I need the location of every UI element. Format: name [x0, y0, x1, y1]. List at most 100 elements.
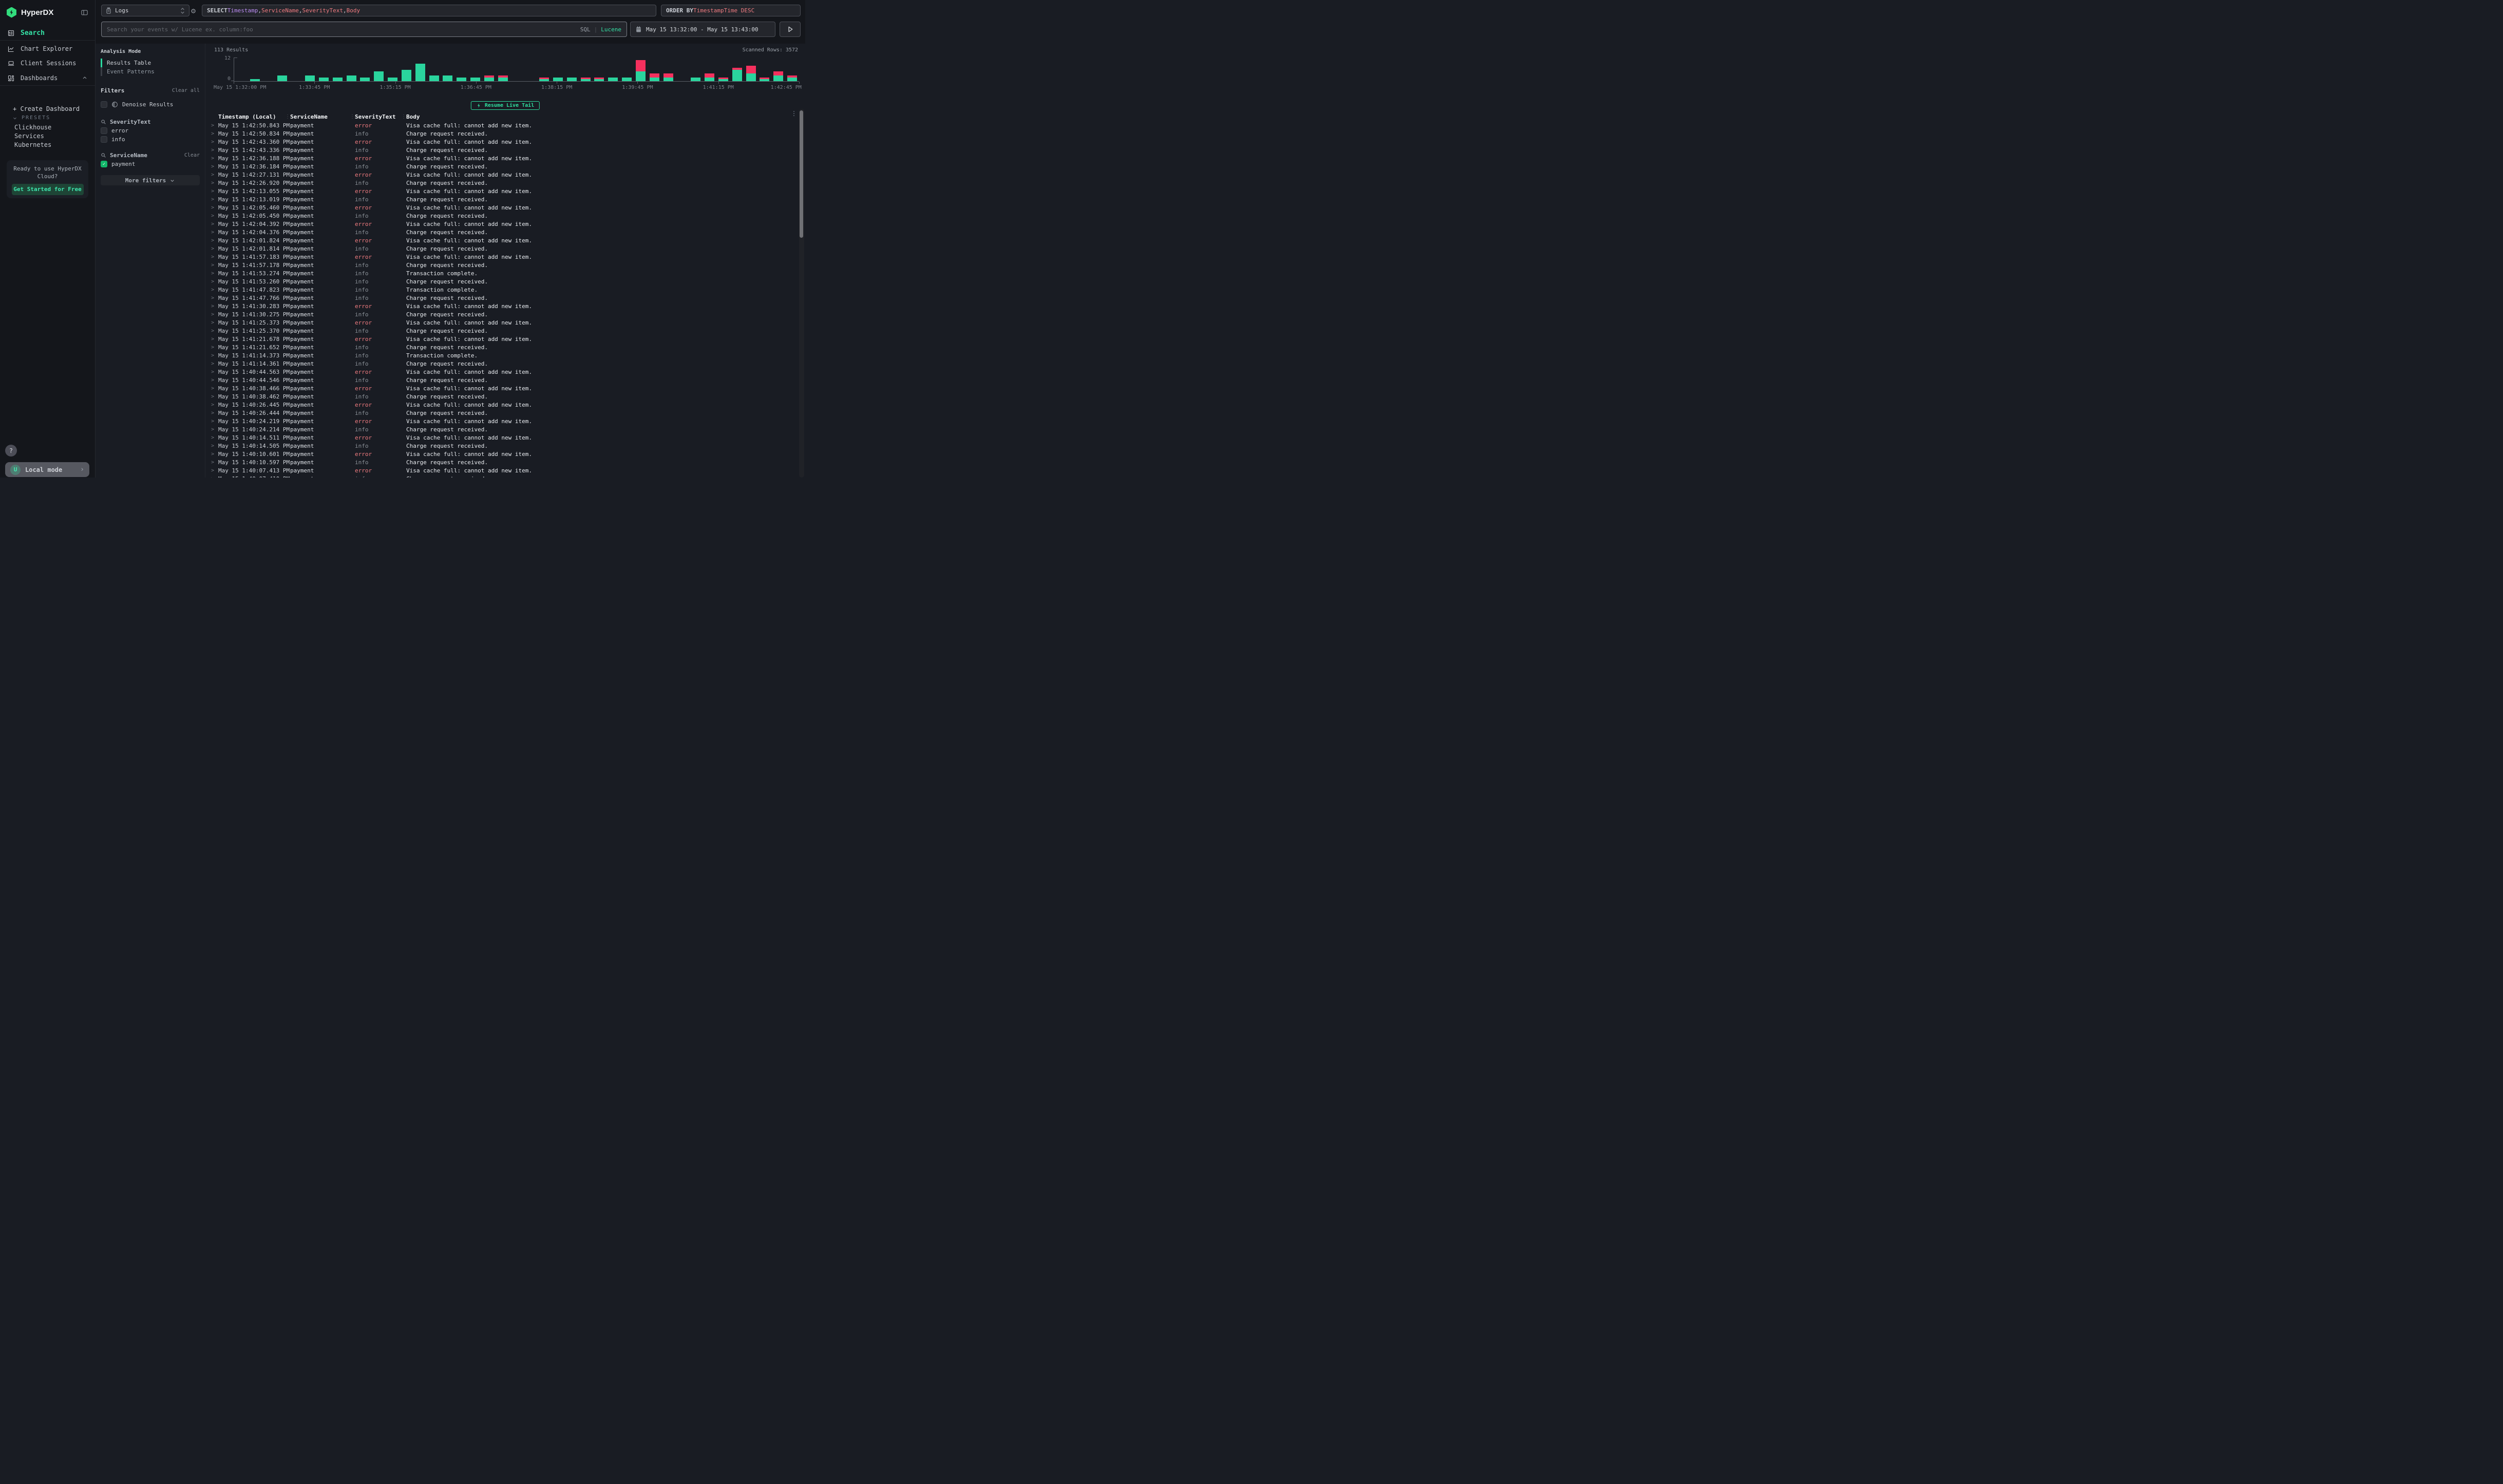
expand-chevron-icon[interactable]: > — [211, 238, 218, 243]
chart-bar-slot[interactable] — [303, 58, 317, 81]
log-row[interactable]: >May 15 1:41:21.678 PMpaymenterrorVisa c… — [211, 335, 794, 343]
log-row[interactable]: >May 15 1:40:44.563 PMpaymenterrorVisa c… — [211, 368, 794, 376]
expand-chevron-icon[interactable]: > — [211, 312, 218, 317]
log-row[interactable]: >May 15 1:42:36.188 PMpaymenterrorVisa c… — [211, 154, 794, 162]
log-row[interactable]: >May 15 1:42:01.814 PMpaymentinfoCharge … — [211, 244, 794, 253]
log-row[interactable]: >May 15 1:42:43.360 PMpaymenterrorVisa c… — [211, 138, 794, 146]
expand-chevron-icon[interactable]: > — [211, 320, 218, 326]
chart-bar-slot[interactable] — [689, 58, 703, 81]
expand-chevron-icon[interactable]: > — [211, 180, 218, 186]
checkbox[interactable]: ✓ — [101, 161, 107, 167]
expand-chevron-icon[interactable]: > — [211, 336, 218, 342]
sidebar-item-search[interactable]: Search — [0, 26, 95, 40]
chart-bar-slot[interactable] — [730, 58, 744, 81]
chart-bar-slot[interactable] — [703, 58, 716, 81]
chart-bar-slot[interactable] — [331, 58, 345, 81]
expand-chevron-icon[interactable]: > — [211, 172, 218, 178]
sidebar-item-client-sessions[interactable]: Client Sessions — [0, 56, 95, 70]
expand-chevron-icon[interactable]: > — [211, 139, 218, 145]
chevron-up-icon[interactable] — [82, 75, 88, 81]
chart-bar-slot[interactable] — [234, 58, 248, 81]
expand-chevron-icon[interactable]: > — [211, 353, 218, 358]
log-row[interactable]: >May 15 1:41:25.370 PMpaymentinfoCharge … — [211, 327, 794, 335]
log-row[interactable]: >May 15 1:41:57.183 PMpaymenterrorVisa c… — [211, 253, 794, 261]
expand-chevron-icon[interactable]: > — [211, 345, 218, 350]
expand-chevron-icon[interactable]: > — [211, 188, 218, 194]
log-row[interactable]: >May 15 1:41:14.373 PMpaymentinfoTransac… — [211, 351, 794, 359]
table-scrollbar[interactable] — [799, 109, 804, 478]
expand-chevron-icon[interactable]: > — [211, 394, 218, 399]
log-row[interactable]: >May 15 1:41:53.274 PMpaymentinfoTransac… — [211, 269, 794, 277]
expand-chevron-icon[interactable]: > — [211, 262, 218, 268]
log-row[interactable]: >May 15 1:40:26.444 PMpaymentinfoCharge … — [211, 409, 794, 417]
analysis-mode-results-table[interactable]: Results Table — [101, 59, 200, 67]
expand-chevron-icon[interactable]: > — [211, 369, 218, 375]
chart-bar-slot[interactable] — [648, 58, 661, 81]
expand-chevron-icon[interactable]: > — [211, 386, 218, 391]
chart-bar-slot[interactable] — [482, 58, 496, 81]
expand-chevron-icon[interactable]: > — [211, 271, 218, 276]
sidebar-preset-clickhouse[interactable]: Clickhouse — [14, 123, 91, 132]
expand-chevron-icon[interactable]: > — [211, 377, 218, 383]
help-button[interactable]: ? — [5, 445, 17, 456]
column-header-body[interactable]: Body⋮ — [406, 113, 794, 120]
sidebar-item-chart-explorer[interactable]: Chart Explorer — [0, 42, 95, 56]
sidebar-preset-services[interactable]: Services — [14, 132, 91, 141]
language-lucene[interactable]: Lucene — [601, 26, 621, 33]
chart-bar-slot[interactable] — [372, 58, 386, 81]
log-row[interactable]: >May 15 1:40:10.597 PMpaymentinfoCharge … — [211, 458, 794, 466]
expand-chevron-icon[interactable]: > — [211, 156, 218, 161]
expand-chevron-icon[interactable]: > — [211, 410, 218, 416]
chart-bar-slot[interactable] — [468, 58, 482, 81]
expand-chevron-icon[interactable]: > — [211, 213, 218, 219]
analysis-mode-event-patterns[interactable]: Event Patterns — [101, 67, 200, 76]
expand-chevron-icon[interactable]: > — [211, 197, 218, 202]
log-row[interactable]: >May 15 1:40:24.214 PMpaymentinfoCharge … — [211, 425, 794, 433]
resume-live-tail-button[interactable]: Resume Live Tail — [471, 101, 540, 110]
log-row[interactable]: >May 15 1:40:14.511 PMpaymenterrorVisa c… — [211, 433, 794, 442]
log-row[interactable]: >May 15 1:41:21.652 PMpaymentinfoCharge … — [211, 343, 794, 351]
chart-bar-slot[interactable] — [716, 58, 730, 81]
expand-chevron-icon[interactable]: > — [211, 205, 218, 211]
log-row[interactable]: >May 15 1:42:05.460 PMpaymenterrorVisa c… — [211, 203, 794, 212]
expand-chevron-icon[interactable]: > — [211, 476, 218, 478]
user-menu[interactable]: U Local mode › — [5, 462, 89, 477]
order-by-editor[interactable]: ORDER BY TimestampTime DESC — [661, 5, 801, 16]
log-row[interactable]: >May 15 1:40:07.413 PMpaymenterrorVisa c… — [211, 466, 794, 474]
time-range-picker[interactable]: May 15 13:32:00 - May 15 13:43:00 — [630, 22, 775, 37]
chart-bar-slot[interactable] — [634, 58, 648, 81]
log-row[interactable]: >May 15 1:41:30.275 PMpaymentinfoCharge … — [211, 310, 794, 318]
chart-bar-slot[interactable] — [593, 58, 606, 81]
chart-bar-slot[interactable] — [565, 58, 579, 81]
expand-chevron-icon[interactable]: > — [211, 221, 218, 227]
expand-chevron-icon[interactable]: > — [211, 230, 218, 235]
log-row[interactable]: >May 15 1:40:38.462 PMpaymentinfoCharge … — [211, 392, 794, 401]
checkbox[interactable] — [101, 101, 107, 108]
create-dashboard-button[interactable]: + Create Dashboard — [13, 105, 80, 112]
expand-chevron-icon[interactable]: > — [211, 328, 218, 334]
expand-chevron-icon[interactable]: > — [211, 402, 218, 408]
chart-bar-slot[interactable] — [400, 58, 413, 81]
expand-chevron-icon[interactable]: > — [211, 123, 218, 128]
chart-bar-slot[interactable] — [454, 58, 468, 81]
denoise-results-option[interactable]: Denoise Results — [101, 101, 200, 108]
column-header-timestamp-local-[interactable]: Timestamp (Local) — [218, 113, 290, 120]
column-resize-handle[interactable]: ⋮ — [350, 114, 355, 120]
sidebar-item-dashboards[interactable]: Dashboards — [0, 71, 95, 85]
chart-bar-slot[interactable] — [386, 58, 400, 81]
column-header-servicename[interactable]: ServiceName⋮ — [290, 113, 355, 120]
language-sql[interactable]: SQL — [580, 26, 591, 33]
chart-bar-slot[interactable] — [413, 58, 427, 81]
log-row[interactable]: >May 15 1:42:50.834 PMpaymentinfoCharge … — [211, 129, 794, 138]
filter-option-info[interactable]: info — [101, 135, 200, 144]
run-query-button[interactable] — [780, 22, 801, 37]
expand-chevron-icon[interactable]: > — [211, 460, 218, 465]
checkbox[interactable] — [101, 127, 107, 134]
log-row[interactable]: >May 15 1:42:36.184 PMpaymentinfoCharge … — [211, 162, 794, 170]
chart-bar-slot[interactable] — [275, 58, 289, 81]
chart-bar-slot[interactable] — [289, 58, 303, 81]
chart-bar-slot[interactable] — [248, 58, 262, 81]
filter-clear-button[interactable]: Clear — [184, 153, 200, 158]
expand-chevron-icon[interactable]: > — [211, 287, 218, 293]
column-resize-handle[interactable]: ⋮ — [401, 114, 406, 120]
